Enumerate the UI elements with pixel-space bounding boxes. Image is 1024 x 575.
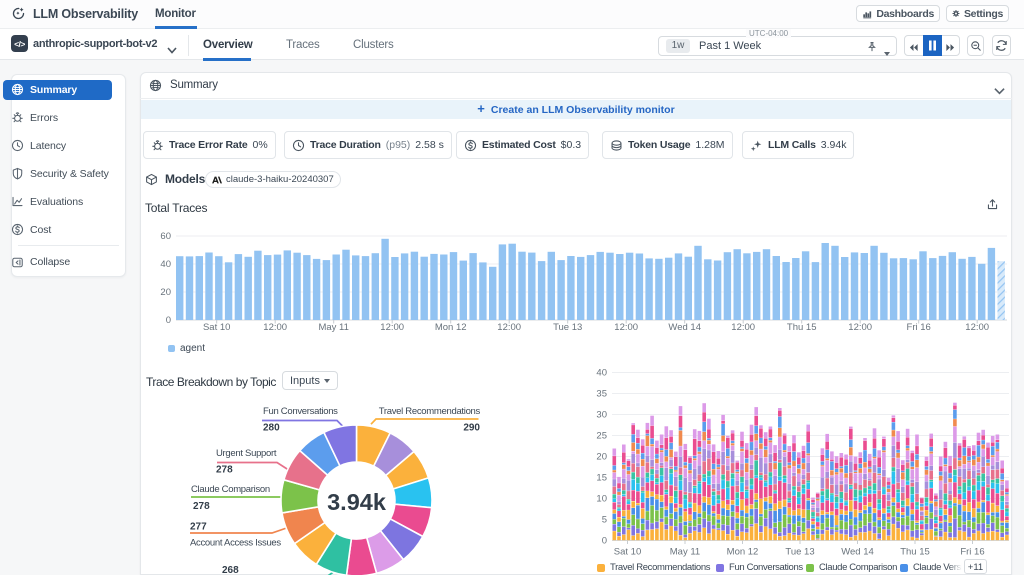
svg-text:280: 280: [263, 423, 280, 434]
svg-text:0: 0: [602, 536, 607, 547]
svg-text:0: 0: [166, 315, 171, 326]
svg-text:20: 20: [596, 452, 607, 463]
svg-text:12:00: 12:00: [380, 322, 404, 333]
svg-text:3.94k: 3.94k: [327, 489, 387, 515]
svg-text:Wed 14: Wed 14: [841, 547, 874, 558]
svg-text:278: 278: [193, 501, 210, 512]
svg-text:May 11: May 11: [318, 322, 348, 333]
svg-text:277: 277: [190, 522, 207, 533]
svg-text:60: 60: [160, 231, 171, 242]
svg-text:May 11: May 11: [670, 547, 700, 558]
svg-text:278: 278: [216, 465, 233, 476]
svg-text:Fri 16: Fri 16: [907, 322, 931, 333]
svg-text:Fri 16: Fri 16: [960, 547, 984, 558]
svg-text:12:00: 12:00: [497, 322, 521, 333]
svg-text:12:00: 12:00: [731, 322, 755, 333]
svg-text:Urgent Support: Urgent Support: [216, 448, 277, 459]
svg-text:12:00: 12:00: [263, 322, 287, 333]
svg-text:35: 35: [596, 389, 607, 400]
svg-text:30: 30: [596, 410, 607, 421]
svg-text:Mon 12: Mon 12: [727, 547, 759, 558]
svg-text:12:00: 12:00: [965, 322, 989, 333]
svg-text:290: 290: [463, 423, 480, 434]
svg-text:Travel Recommendations: Travel Recommendations: [379, 406, 481, 417]
svg-text:5: 5: [602, 515, 607, 526]
svg-text:Claude Comparison: Claude Comparison: [191, 484, 270, 495]
svg-text:40: 40: [160, 259, 171, 270]
svg-text:Tue 13: Tue 13: [553, 322, 582, 333]
svg-text:Thu 15: Thu 15: [900, 547, 930, 558]
svg-text:10: 10: [596, 494, 607, 505]
svg-text:Thu 15: Thu 15: [787, 322, 817, 333]
svg-text:Sat 10: Sat 10: [203, 322, 230, 333]
svg-text:20: 20: [160, 287, 171, 298]
svg-text:Mon 12: Mon 12: [435, 322, 467, 333]
svg-text:268: 268: [222, 565, 239, 575]
svg-text:12:00: 12:00: [848, 322, 872, 333]
svg-text:25: 25: [596, 431, 607, 442]
svg-text:15: 15: [596, 473, 607, 484]
svg-text:Wed 14: Wed 14: [668, 322, 701, 333]
svg-text:Account Access Issues: Account Access Issues: [190, 538, 281, 549]
svg-text:40: 40: [596, 368, 607, 379]
svg-text:Sat 10: Sat 10: [614, 547, 641, 558]
svg-text:Fun Conversations: Fun Conversations: [263, 406, 338, 417]
svg-text:Tue 13: Tue 13: [785, 547, 814, 558]
svg-text:12:00: 12:00: [614, 322, 638, 333]
